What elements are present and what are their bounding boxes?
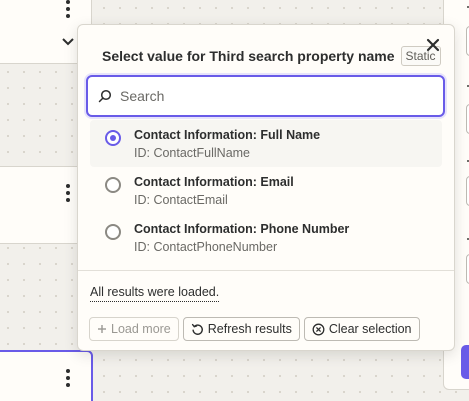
side-panel-primary-button[interactable] (461, 345, 469, 379)
option-label: Contact Information: Phone Number (134, 222, 350, 236)
option-label: Contact Information: Email (134, 175, 294, 189)
clear-circle-icon (312, 323, 325, 335)
option-id: ID: ContactPhoneNumber (134, 240, 278, 254)
chevron-down-icon[interactable] (61, 37, 75, 47)
close-icon (426, 38, 440, 52)
option-label: Contact Information: Full Name (134, 128, 321, 142)
step-menu-kebab-icon[interactable] (66, 184, 70, 202)
option-item[interactable]: Contact Information: Email ID: ContactEm… (90, 167, 442, 214)
option-item[interactable]: Contact Information: Full Name ID: Conta… (90, 120, 442, 167)
load-more-label: Load more (111, 322, 171, 336)
divider (78, 270, 454, 271)
option-item[interactable]: Contact Information: Phone Number ID: Co… (90, 214, 442, 261)
option-id: ID: ContactFullName (134, 146, 251, 160)
clear-selection-button[interactable]: Clear selection (303, 317, 420, 341)
radio-selected-icon[interactable] (105, 130, 121, 146)
popover-header: Select value for Third search property n… (102, 44, 441, 68)
search-input[interactable] (120, 88, 420, 104)
close-button[interactable] (425, 37, 441, 53)
refresh-results-button[interactable]: Refresh results (182, 317, 300, 341)
plus-icon (98, 325, 106, 333)
canvas-step-card-selected[interactable] (0, 350, 93, 401)
search-icon (98, 89, 112, 103)
step-menu-kebab-icon[interactable] (66, 0, 70, 18)
popover-title: Select value for Third search property n… (102, 48, 395, 64)
radio-unselected-icon[interactable] (105, 224, 121, 240)
search-field[interactable] (86, 75, 445, 117)
refresh-results-label: Refresh results (207, 322, 292, 336)
load-more-button[interactable]: Load more (89, 317, 179, 341)
option-id: ID: ContactEmail (134, 193, 228, 207)
radio-unselected-icon[interactable] (105, 177, 121, 193)
step-menu-kebab-icon[interactable] (66, 369, 70, 387)
clear-selection-label: Clear selection (328, 322, 412, 336)
refresh-icon (191, 323, 203, 335)
select-value-popover: Select value for Third search property n… (77, 24, 455, 351)
load-status-text: All results were loaded. (90, 285, 220, 302)
popover-actions: Load more Refresh results Clear selectio… (89, 317, 420, 341)
option-list: Contact Information: Full Name ID: Conta… (78, 120, 454, 261)
